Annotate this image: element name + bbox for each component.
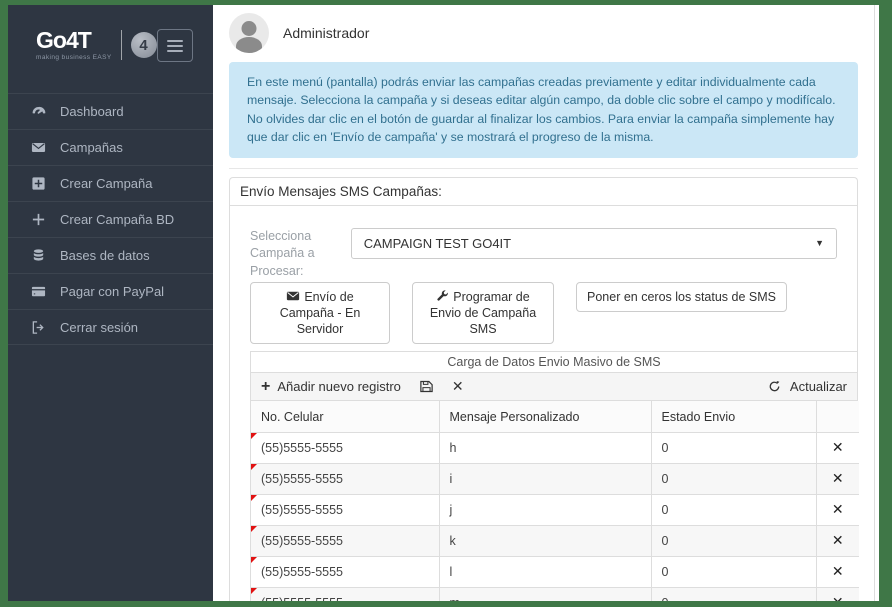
cell-celular[interactable]: (55)5555-5555 [251,556,439,587]
user-row: Administrador [229,13,858,53]
panel-title: Envío Mensajes SMS Campañas: [230,178,857,206]
table-row: (55)5555-5555 m 0 ✕ [251,587,859,601]
cell-celular[interactable]: (55)5555-5555 [251,525,439,556]
delete-row-button[interactable]: ✕ [832,439,844,456]
add-record-button[interactable]: + Añadir nuevo registro [261,379,401,395]
cell-estado[interactable]: 0 [651,432,816,463]
delete-row-button[interactable]: ✕ [832,594,844,601]
delete-row-button[interactable]: ✕ [832,501,844,518]
sidebar-toggle-button[interactable] [157,29,193,62]
action-buttons: Envío de Campaña - En Servidor Programar… [250,282,837,344]
app-window: Go4T making business EASY 4 Dashboard [8,5,879,601]
campaign-form-row: Selecciona Campaña a Procesar: CAMPAIGN … [250,228,837,281]
sidebar-item-cerrar-sesion[interactable]: Cerrar sesión [8,309,213,345]
envelope-icon [286,289,300,303]
chevron-down-icon: ▼ [815,238,824,248]
sidebar-item-campanas[interactable]: Campañas [8,129,213,165]
cell-celular[interactable]: (55)5555-5555 [251,463,439,494]
table-row: (55)5555-5555 l 0 ✕ [251,556,859,587]
cell-mensaje[interactable]: m [439,587,651,601]
envelope-icon [30,140,46,156]
database-icon [30,248,46,264]
sidebar-item-crear-campana-bd[interactable]: Crear Campaña BD [8,201,213,237]
cancel-edit-button[interactable]: ✕ [452,378,464,395]
cell-celular[interactable]: (55)5555-5555 [251,494,439,525]
campaign-select-value: CAMPAIGN TEST GO4IT [364,236,511,251]
sidebar-item-label: Crear Campaña [60,176,153,191]
avatar [229,13,269,53]
logo-tagline: making business EASY [36,54,112,61]
table-row: (55)5555-5555 i 0 ✕ [251,463,859,494]
cell-mensaje[interactable]: l [439,556,651,587]
cell-celular[interactable]: (55)5555-5555 [251,587,439,601]
user-name: Administrador [283,25,369,41]
table-row: (55)5555-5555 j 0 ✕ [251,494,859,525]
column-header-actions [816,401,859,432]
table-row: (55)5555-5555 k 0 ✕ [251,525,859,556]
plus-icon [30,212,46,228]
floppy-save-icon [419,379,434,394]
wrench-icon [436,290,449,303]
cell-mensaje[interactable]: i [439,463,651,494]
reset-status-button[interactable]: Poner en ceros los status de SMS [576,282,787,312]
logo-badge-icon: 4 [131,32,157,58]
sidebar-item-pagar-paypal[interactable]: Pagar con PayPal [8,273,213,309]
column-header-celular[interactable]: No. Celular [251,401,439,432]
sidebar-item-label: Dashboard [60,104,124,119]
sidebar-item-label: Bases de datos [60,248,150,263]
hamburger-icon [167,40,183,42]
campaign-select[interactable]: CAMPAIGN TEST GO4IT ▼ [351,228,837,259]
schedule-campaign-button[interactable]: Programar de Envio de Campaña SMS [412,282,554,344]
plus-square-icon [30,176,46,192]
campaign-select-label: Selecciona Campaña a Procesar: [250,228,335,281]
delete-row-button[interactable]: ✕ [832,470,844,487]
table-header-row: No. Celular Mensaje Personalizado Estado… [251,401,859,432]
info-alert: En este menú (pantalla) podrás enviar la… [229,62,858,158]
sidebar-item-label: Crear Campaña BD [60,212,174,227]
sidebar-item-label: Cerrar sesión [60,320,138,335]
cell-mensaje[interactable]: j [439,494,651,525]
cell-estado[interactable]: 0 [651,525,816,556]
cell-mensaje[interactable]: k [439,525,651,556]
plus-icon: + [261,379,270,395]
save-records-button[interactable] [419,379,434,394]
table-row: (55)5555-5555 h 0 ✕ [251,432,859,463]
refresh-button[interactable]: Actualizar [768,379,847,394]
logo-text: Go4T [36,29,112,52]
main-content: Administrador En este menú (pantalla) po… [213,5,875,601]
sidebar-item-label: Campañas [60,140,123,155]
cell-estado[interactable]: 0 [651,494,816,525]
cell-estado[interactable]: 0 [651,463,816,494]
sign-out-icon [30,319,46,335]
cell-estado[interactable]: 0 [651,587,816,601]
reset-status-label: Poner en ceros los status de SMS [587,290,776,304]
column-header-estado[interactable]: Estado Envio [651,401,816,432]
send-campaign-button[interactable]: Envío de Campaña - En Servidor [250,282,390,344]
refresh-icon [768,380,781,393]
sms-grid: Carga de Datos Envio Masivo de SMS + Aña… [250,351,858,601]
credit-card-icon [30,284,46,300]
cell-mensaje[interactable]: h [439,432,651,463]
sms-panel: Envío Mensajes SMS Campañas: Selecciona … [229,177,858,601]
grid-toolbar: + Añadir nuevo registro ✕ Actualizar [251,372,857,401]
divider [229,168,858,169]
sidebar-item-crear-campana[interactable]: Crear Campaña [8,165,213,201]
refresh-label: Actualizar [790,379,847,394]
delete-row-button[interactable]: ✕ [832,563,844,580]
cell-estado[interactable]: 0 [651,556,816,587]
grid-caption: Carga de Datos Envio Masivo de SMS [251,352,857,372]
cell-celular[interactable]: (55)5555-5555 [251,432,439,463]
sidebar-item-dashboard[interactable]: Dashboard [8,93,213,129]
sidebar-nav: Dashboard Campañas Crear Campaña Crear C… [8,93,213,345]
column-header-mensaje[interactable]: Mensaje Personalizado [439,401,651,432]
sidebar: Go4T making business EASY 4 Dashboard [8,5,213,601]
tachometer-icon [30,104,46,120]
sidebar-header: Go4T making business EASY 4 [8,5,213,89]
delete-row-button[interactable]: ✕ [832,532,844,549]
add-record-label: Añadir nuevo registro [277,379,401,394]
sms-table: No. Celular Mensaje Personalizado Estado… [251,401,859,601]
sidebar-item-label: Pagar con PayPal [60,284,164,299]
sidebar-item-bases-de-datos[interactable]: Bases de datos [8,237,213,273]
logo-divider [121,30,122,60]
